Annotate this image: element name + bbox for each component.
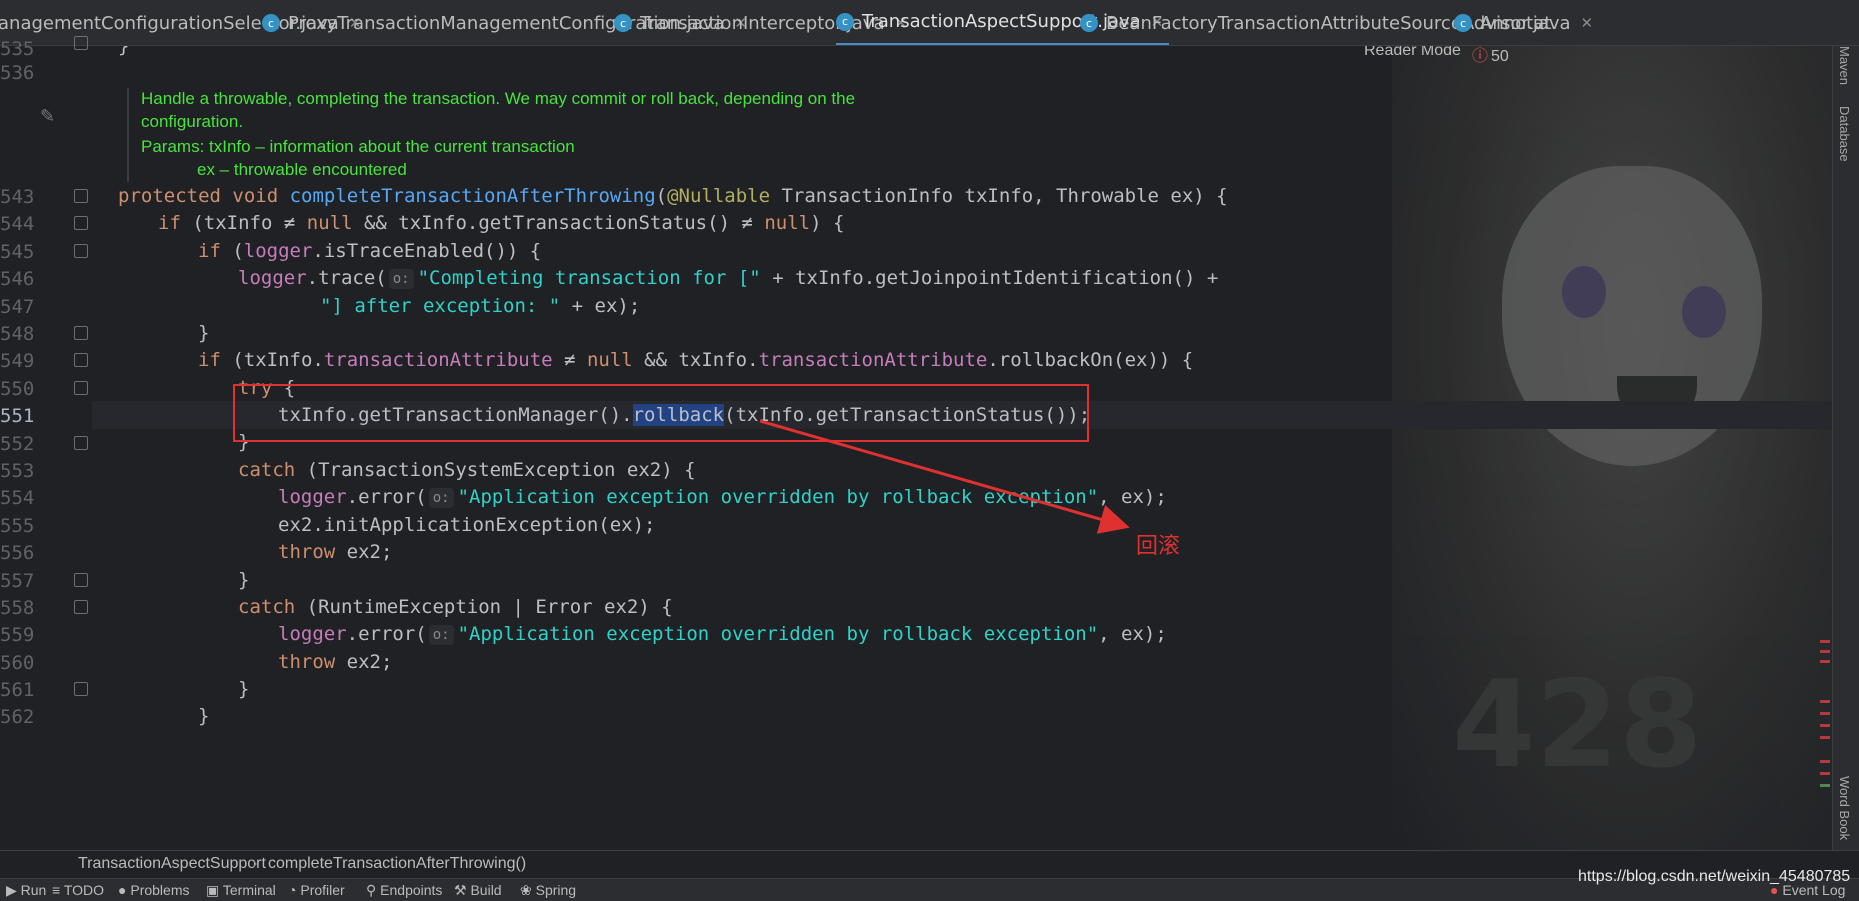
pencil-icon[interactable]: ✎	[40, 106, 55, 127]
fold-icon[interactable]	[74, 381, 88, 395]
line-number: 548	[0, 323, 35, 345]
terminal-tool[interactable]: ▣ Terminal	[206, 882, 276, 899]
maven-tool[interactable]: Maven	[1837, 46, 1852, 85]
error-stripe-mark[interactable]	[1820, 700, 1830, 703]
line-number: 559	[0, 624, 35, 646]
terminal-icon: ▣	[206, 882, 223, 898]
run-label: Run	[20, 882, 47, 898]
todo-label: TODO	[63, 882, 105, 898]
line-number: 535	[0, 38, 35, 60]
play-icon: ▶	[6, 882, 21, 898]
error-stripe-mark[interactable]	[1820, 712, 1830, 715]
reader-mode-button[interactable]: Reader Mode	[1364, 46, 1461, 60]
class-icon: c	[614, 14, 632, 32]
breadcrumb-class[interactable]: TransactionAspectSupport	[78, 855, 266, 873]
fold-icon[interactable]	[74, 353, 88, 367]
line-number: 557	[0, 570, 35, 592]
word-book-tool[interactable]: Word Book	[1837, 776, 1852, 840]
problems-label: Problems	[130, 882, 190, 898]
annotation-label: 回滚	[1136, 534, 1181, 559]
todo-tool[interactable]: ≡ TODO	[52, 882, 104, 898]
editor-tab-bar: anagementConfigurationSelector.java ✕ c …	[0, 0, 1859, 46]
error-icon: ⓘ	[1472, 48, 1489, 65]
nav-arrows[interactable]: ˄ ˅	[1516, 46, 1542, 59]
build-label: Build	[470, 882, 502, 898]
error-stripe-mark[interactable]	[1820, 650, 1830, 653]
chevron-down-icon[interactable]: ˅	[1534, 46, 1542, 59]
class-icon: c	[1080, 14, 1098, 32]
line-number: 555	[0, 515, 35, 537]
line-number: 554	[0, 487, 35, 509]
list-icon: ≡	[52, 882, 64, 898]
spring-icon: ❀	[520, 882, 536, 898]
problems-tool[interactable]: ● Problems	[118, 882, 190, 898]
class-icon: c	[1454, 14, 1472, 32]
terminal-label: Terminal	[222, 882, 276, 898]
line-number: 562	[0, 706, 35, 728]
endpoints-tool[interactable]: ⚲ Endpoints	[366, 882, 442, 899]
fold-icon[interactable]	[74, 326, 88, 340]
line-number: 550	[0, 378, 35, 400]
line-number: 536	[0, 62, 35, 84]
line-number: 551	[0, 405, 35, 427]
error-stripe-mark[interactable]	[1820, 772, 1830, 775]
fold-icon[interactable]	[74, 244, 88, 258]
line-number: 547	[0, 296, 35, 318]
run-tool[interactable]: ▶ Run	[6, 882, 46, 899]
error-stripe-mark[interactable]	[1820, 724, 1830, 727]
fold-icon[interactable]	[74, 436, 88, 450]
profiler-icon: ◔	[288, 882, 301, 898]
breadcrumb-separator: ›	[252, 855, 258, 872]
fold-icon[interactable]	[74, 216, 88, 230]
warning-icon: ●	[118, 882, 131, 898]
fold-icon[interactable]	[74, 600, 88, 614]
line-number: 543	[0, 186, 35, 208]
profiler-label: Profiler	[300, 882, 345, 898]
spring-tool[interactable]: ❀ Spring	[520, 882, 576, 899]
line-number: 556	[0, 542, 35, 564]
error-stripe-mark[interactable]	[1820, 784, 1830, 787]
line-number: 553	[0, 460, 35, 482]
line-number: 561	[0, 679, 35, 701]
breadcrumb-method[interactable]: completeTransactionAfterThrowing()	[268, 855, 526, 873]
error-stripe-mark[interactable]	[1820, 640, 1830, 643]
build-tool[interactable]: ⚒ Build	[454, 882, 502, 899]
close-icon[interactable]: ✕	[1581, 14, 1594, 32]
error-stripe-mark[interactable]	[1820, 736, 1830, 739]
spring-label: Spring	[535, 882, 577, 898]
class-icon: c	[836, 12, 854, 31]
fold-icon[interactable]	[74, 36, 88, 50]
line-number: 558	[0, 597, 35, 619]
endpoints-label: Endpoints	[380, 882, 443, 898]
watermark: https://blog.csdn.net/weixin_45480785	[1578, 868, 1851, 885]
error-count[interactable]: ⓘ 50	[1472, 46, 1509, 66]
fold-icon[interactable]	[74, 189, 88, 203]
chevron-up-icon[interactable]: ˄	[1516, 46, 1524, 59]
fold-icon[interactable]	[74, 573, 88, 587]
error-stripe-mark[interactable]	[1820, 660, 1830, 663]
code-editor[interactable]: 428 } Handle a throwable, completing the…	[92, 46, 1832, 850]
error-stripe-mark[interactable]	[1820, 760, 1830, 763]
line-number: 544	[0, 213, 35, 235]
chevron-down-icon[interactable]: ⌄	[1532, 0, 1545, 45]
profiler-tool[interactable]: ◔ Profiler	[288, 882, 345, 898]
database-tool[interactable]: Database	[1837, 106, 1852, 162]
line-number: 546	[0, 268, 35, 290]
class-icon: c	[262, 14, 280, 32]
line-number-gutter: ✎ 535 536 543 544 545 546 547 548 549 55…	[0, 36, 92, 850]
fold-icon[interactable]	[74, 682, 88, 696]
line-number: 552	[0, 433, 35, 455]
error-count-value: 50	[1491, 48, 1509, 65]
line-number: 549	[0, 350, 35, 372]
hammer-icon: ⚒	[454, 882, 471, 898]
annotation-arrow	[759, 419, 1130, 534]
right-tool-strip: Maven Database Word Book	[1832, 46, 1859, 850]
endpoints-icon: ⚲	[366, 882, 381, 898]
line-number: 545	[0, 241, 35, 263]
line-number: 560	[0, 652, 35, 674]
